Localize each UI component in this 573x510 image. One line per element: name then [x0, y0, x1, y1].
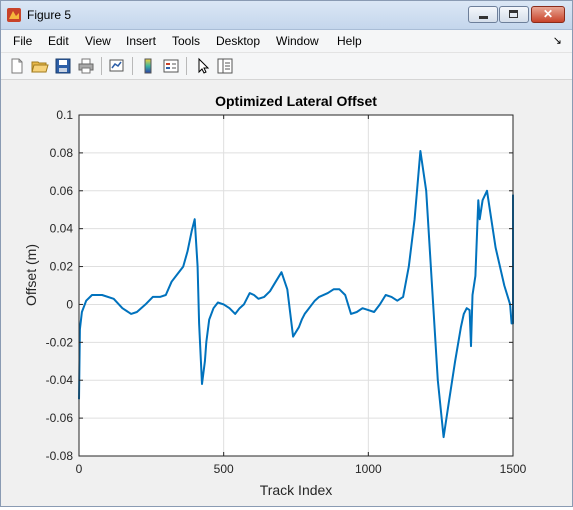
chart-title: Optimized Lateral Offset — [215, 93, 377, 109]
link-plot-icon[interactable] — [108, 57, 126, 75]
menu-insert[interactable]: Insert — [126, 34, 156, 48]
print-icon[interactable] — [77, 57, 95, 75]
toolbar-separator — [186, 57, 187, 75]
y-tick-label: -0.08 — [46, 449, 74, 463]
x-tick-label: 1500 — [500, 462, 527, 476]
minimize-button[interactable] — [468, 6, 498, 23]
x-tick-label: 500 — [214, 462, 234, 476]
window-title: Figure 5 — [27, 8, 72, 22]
toolbar — [1, 53, 572, 80]
x-tick-label: 0 — [76, 462, 83, 476]
open-file-icon[interactable] — [31, 57, 49, 75]
y-tick-label: -0.02 — [46, 335, 74, 349]
y-tick-label: -0.06 — [46, 411, 74, 425]
x-axis-label: Track Index — [260, 482, 333, 498]
insert-colorbar-icon[interactable] — [139, 57, 157, 75]
y-tick-label: 0.02 — [50, 260, 74, 274]
toolbar-separator — [132, 57, 133, 75]
menu-desktop[interactable]: Desktop — [216, 34, 260, 48]
x-tick-label: 1000 — [355, 462, 382, 476]
y-axis-label: Offset (m) — [23, 244, 39, 306]
insert-legend-icon[interactable] — [162, 57, 180, 75]
edit-plot-icon[interactable] — [194, 57, 212, 75]
maximize-button[interactable] — [499, 6, 529, 23]
minimize-icon — [479, 16, 488, 19]
close-icon: ✕ — [542, 7, 554, 21]
plot-svg: 0 500 1000 1500 -0.08 -0.06 -0.04 -0.02 0 0.02 0.0… — [23, 93, 527, 498]
close-button[interactable]: ✕ — [531, 6, 565, 23]
y-tick-label: 0.06 — [50, 184, 74, 198]
menu-window[interactable]: Window — [276, 34, 319, 48]
new-figure-icon[interactable] — [8, 57, 26, 75]
save-icon[interactable] — [54, 57, 72, 75]
y-tick-label: 0.1 — [56, 108, 73, 122]
toolbar-separator — [101, 57, 102, 75]
title-bar[interactable]: Figure 5 ✕ — [1, 1, 572, 30]
menu-view[interactable]: View — [85, 34, 111, 48]
menu-help[interactable]: Help — [337, 34, 362, 48]
y-tick-label: -0.04 — [46, 373, 74, 387]
menu-tools[interactable]: Tools — [172, 34, 200, 48]
maximize-icon — [509, 10, 518, 18]
dock-arrow-icon[interactable]: ↘ — [553, 34, 562, 47]
menu-edit[interactable]: Edit — [48, 34, 69, 48]
figure-canvas: 0 500 1000 1500 -0.08 -0.06 -0.04 -0.02 0 0.02 0.0… — [2, 81, 571, 505]
menu-bar: File Edit View Insert Tools Desktop Wind… — [1, 30, 572, 53]
y-tick-label: 0.08 — [50, 146, 74, 160]
y-tick-label: 0 — [66, 297, 73, 311]
matlab-app-icon — [7, 8, 21, 22]
property-inspector-icon[interactable] — [216, 57, 234, 75]
y-tick-label: 0.04 — [50, 222, 74, 236]
figure-window: Figure 5 ✕ File Edit View Insert Tools D… — [0, 0, 573, 507]
menu-file[interactable]: File — [13, 34, 32, 48]
